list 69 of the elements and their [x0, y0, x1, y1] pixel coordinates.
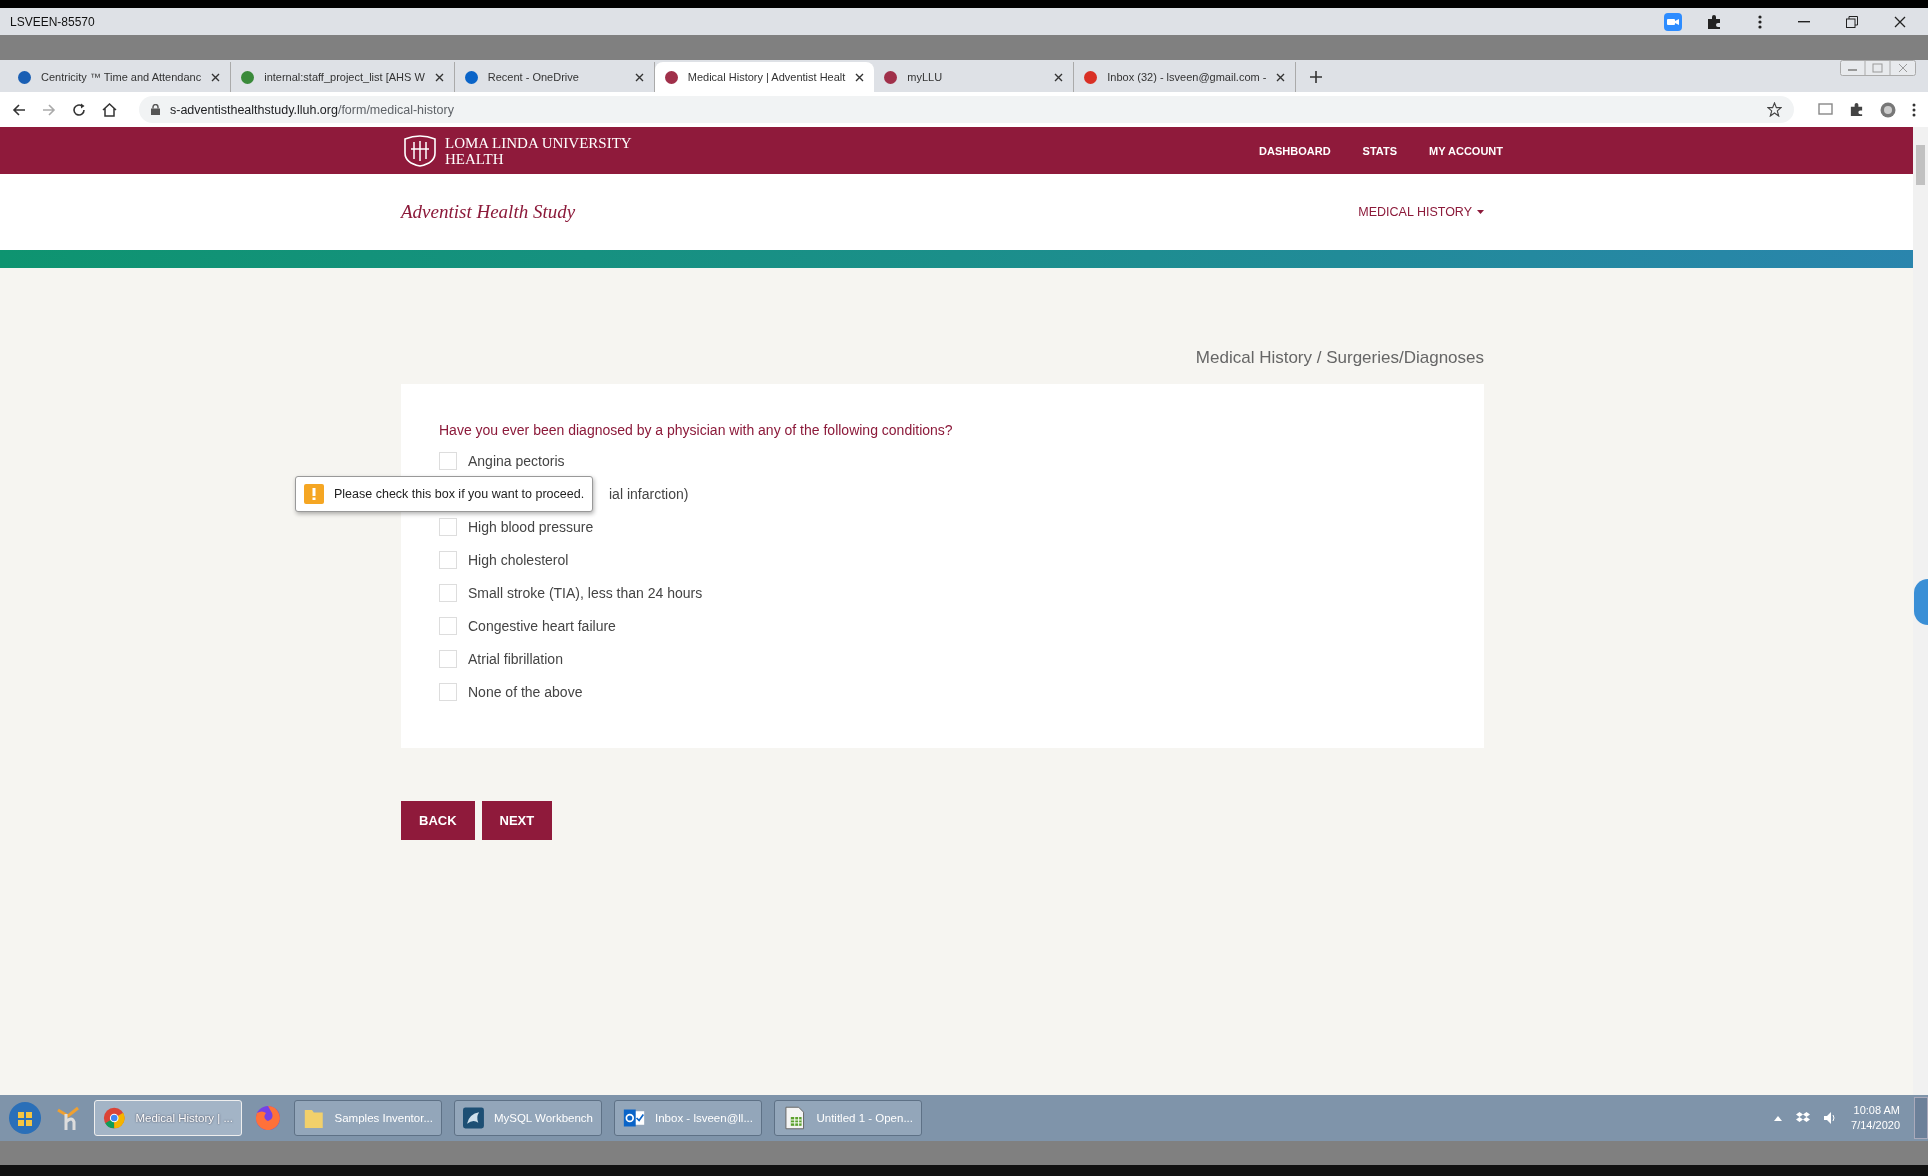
address-field[interactable]: s-adventisthealthstudy.lluh.org/form/medical-history — [139, 96, 1794, 123]
reload-icon[interactable] — [72, 102, 86, 117]
form-button[interactable]: BACK — [401, 801, 475, 840]
nav-link[interactable]: STATS — [1362, 144, 1398, 157]
spreadsheet-icon — [783, 1105, 807, 1131]
scrollbar-thumb[interactable] — [1916, 145, 1925, 185]
video-camera-icon[interactable] — [1664, 12, 1682, 31]
start-orb-icon[interactable] — [8, 1101, 42, 1135]
close-icon[interactable] — [855, 72, 865, 82]
puzzle-icon[interactable] — [1849, 102, 1864, 117]
chrome-icon — [103, 1105, 126, 1131]
profile-avatar-icon[interactable] — [1880, 101, 1896, 118]
side-panel-handle[interactable] — [1914, 579, 1928, 625]
window-title: LSVEEN-85570 — [10, 14, 95, 29]
window-controls-icon[interactable] — [1840, 60, 1916, 76]
close-icon[interactable] — [434, 72, 444, 82]
back-arrow-icon[interactable] — [12, 102, 26, 117]
option-label[interactable]: High blood pressure — [468, 518, 594, 535]
close-icon[interactable] — [1276, 72, 1286, 82]
tooltip-text: Please check this box if you want to proceed. — [334, 487, 585, 501]
more-icon[interactable] — [1912, 102, 1916, 117]
logo-text[interactable]: HEALTH — [445, 150, 632, 167]
section-menu[interactable]: MEDICAL HISTORY — [1358, 205, 1484, 219]
checkbox[interactable] — [439, 649, 457, 668]
option-label[interactable]: Congestive heart failure — [468, 617, 616, 634]
option-label[interactable]: Small stroke (TIA), less than 24 hours — [468, 584, 703, 601]
checkbox[interactable] — [439, 550, 457, 569]
checkbox[interactable] — [439, 682, 457, 701]
show-desktop-button[interactable] — [1914, 1097, 1928, 1139]
close-icon[interactable] — [1894, 15, 1906, 28]
box-cluster-icon[interactable] — [1796, 1112, 1811, 1124]
more-icon[interactable] — [1758, 14, 1762, 29]
nav-link[interactable]: DASHBOARD — [1259, 144, 1331, 157]
checkbox[interactable] — [439, 451, 457, 470]
forward-arrow-icon[interactable] — [42, 102, 56, 117]
logo-text[interactable]: LOMA LINDA UNIVERSITY — [445, 134, 632, 151]
nav-link[interactable]: MY ACCOUNT — [1429, 144, 1503, 157]
option-label[interactable]: None of the above — [468, 683, 583, 700]
scrollbar[interactable] — [1913, 127, 1928, 1095]
close-icon[interactable] — [1054, 72, 1064, 82]
puzzle-icon[interactable] — [1706, 13, 1722, 30]
question-text: Have you ever been diagnosed by a physician with any of the following conditions? — [439, 422, 954, 438]
breadcrumb: Medical History / Surgeries/Diagnoses — [1195, 348, 1484, 368]
option-label[interactable]: Angina pectoris — [468, 452, 565, 469]
show-hidden-icons-icon[interactable] — [1774, 1115, 1783, 1121]
checkbox[interactable] — [439, 583, 457, 602]
option-label[interactable]: High cholesterol — [468, 551, 569, 568]
browser-tab[interactable]: Medical History | Adventist Healt — [654, 62, 875, 92]
speaker-icon[interactable] — [1824, 1112, 1838, 1124]
site-title: Adventist Health Study — [401, 201, 576, 223]
new-tab-icon[interactable] — [1310, 71, 1323, 83]
form-button[interactable]: NEXT — [481, 801, 553, 840]
caret-icon — [1477, 210, 1484, 214]
minimize-icon[interactable] — [1798, 20, 1810, 23]
home-icon[interactable] — [102, 102, 117, 117]
option-label[interactable]: ial infarction) — [609, 485, 689, 502]
restore-icon[interactable] — [1846, 15, 1858, 28]
checkbox[interactable] — [439, 616, 457, 635]
close-icon[interactable] — [634, 72, 644, 82]
checkbox[interactable] — [439, 517, 457, 536]
option-label[interactable]: Atrial fibrillation — [468, 650, 563, 667]
lock-icon — [151, 104, 160, 115]
firefox-icon[interactable] — [254, 1104, 282, 1132]
cast-icon[interactable] — [1818, 103, 1833, 116]
dolphin-icon — [463, 1105, 484, 1131]
warning-icon — [304, 484, 324, 504]
crest-logo-icon[interactable] — [401, 134, 439, 167]
star-icon[interactable] — [1767, 102, 1782, 117]
close-icon[interactable] — [211, 72, 221, 82]
